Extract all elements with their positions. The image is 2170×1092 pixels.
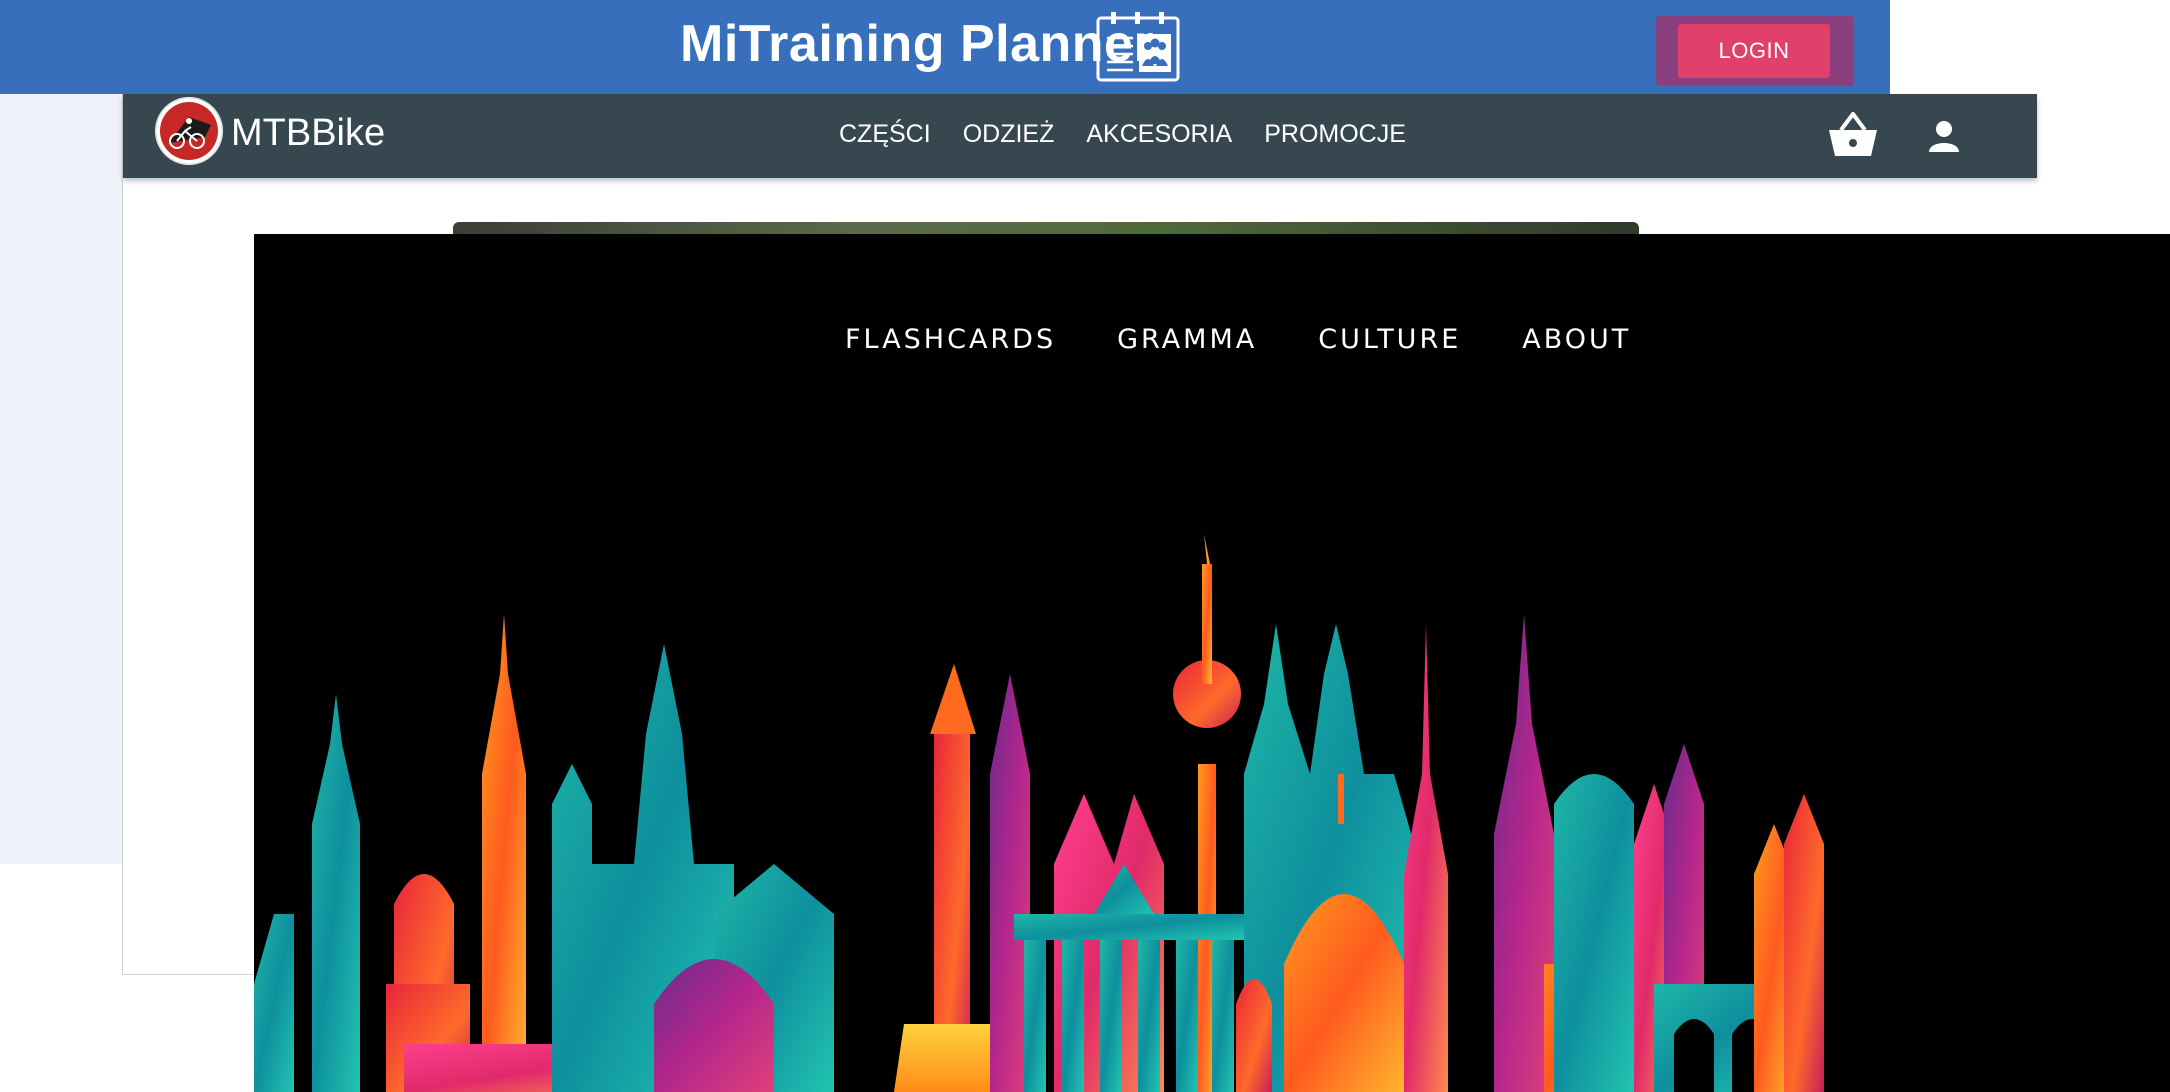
bike-logo-icon[interactable]	[155, 97, 223, 165]
menu-item-parts[interactable]: CZĘŚCI	[823, 120, 947, 149]
menu-item-clothing[interactable]: ODZIEŻ	[947, 120, 1071, 149]
shop-brand-name[interactable]: MTBBike	[231, 112, 385, 155]
login-button[interactable]: LOGIN	[1678, 24, 1830, 78]
language-site-window: FLASHCARDS GRAMMA CULTURE ABOUT	[254, 234, 2170, 1092]
person-icon[interactable]	[1929, 120, 1959, 152]
shop-main-menu: CZĘŚCI ODZIEŻ AKCESORIA PROMOCJE	[823, 120, 1422, 149]
login-button-focus-frame: LOGIN	[1656, 16, 1854, 86]
planner-title: MiTraining Planner	[680, 15, 1155, 73]
menu-item-accessories[interactable]: AKCESORIA	[1070, 120, 1248, 149]
shop-navbar: MTBBike CZĘŚCI ODZIEŻ AKCESORIA PROMOCJE	[123, 94, 2037, 178]
nav-culture[interactable]: CULTURE	[1318, 324, 1461, 355]
nav-gramma[interactable]: GRAMMA	[1117, 324, 1257, 355]
calendar-team-icon	[1096, 12, 1180, 82]
city-skyline-illustration	[254, 534, 1824, 1092]
nav-flashcards[interactable]: FLASHCARDS	[845, 324, 1056, 355]
nav-about[interactable]: ABOUT	[1522, 324, 1631, 355]
menu-item-promotions[interactable]: PROMOCJE	[1248, 120, 1422, 149]
basket-icon[interactable]	[1827, 110, 1879, 160]
planner-header: MiTraining Planner LOGIN	[0, 0, 1890, 94]
